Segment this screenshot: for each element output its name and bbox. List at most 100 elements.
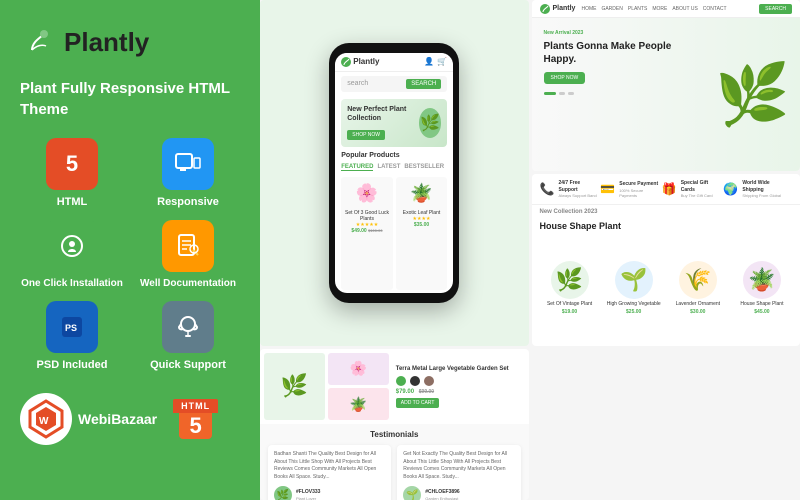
html5-label: HTML bbox=[173, 399, 218, 413]
slider-dot-1 bbox=[559, 92, 565, 95]
desktop-nav: Plantly HOME GARDEN PLANTS MORE ABOUT US… bbox=[532, 0, 800, 18]
oneclick-icon bbox=[58, 232, 86, 260]
feature-label-psd: PSD Included bbox=[37, 359, 108, 371]
desktop-hero: New Arrival 2023 Plants Gonna Make Peopl… bbox=[532, 18, 800, 171]
responsive-icon bbox=[174, 150, 202, 178]
webibazaar-text: WebiBazaar bbox=[78, 411, 157, 428]
nav-about[interactable]: ABOUT US bbox=[672, 6, 697, 12]
phone-header: Plantly 👤 🛒 bbox=[335, 53, 453, 72]
phone-search-button[interactable]: SEARCH bbox=[406, 79, 441, 89]
html5-number: 5 bbox=[66, 151, 78, 177]
responsive-icon-box bbox=[162, 138, 214, 190]
feature-item-oneclick: One Click Installation bbox=[20, 220, 124, 289]
feature-label-documentation: Well Documentation bbox=[140, 278, 236, 289]
plant-card-img-3: 🪴 bbox=[743, 261, 781, 299]
phone-cart-icon: 🛒 bbox=[437, 57, 447, 66]
headset-icon bbox=[174, 313, 202, 341]
avatar-img-1: 🌱 bbox=[403, 486, 421, 500]
desktop-hero-title: Plants Gonna Make People Happy. bbox=[544, 40, 704, 66]
shipping-mini-icon: 🌍 bbox=[723, 182, 738, 196]
html5-num: 5 bbox=[179, 413, 211, 439]
testimonial-role-0: Plant Lover bbox=[296, 496, 320, 500]
phone-banner-plant-img: 🌿 bbox=[419, 108, 442, 138]
testimonial-text-0: Badhan Shanti The Quality Best Design fo… bbox=[274, 451, 385, 481]
desktop-hero-shop-btn[interactable]: SHOP NOW bbox=[544, 72, 586, 84]
phone-shop-button[interactable]: SHOP NOW bbox=[347, 130, 385, 140]
svg-text:PS: PS bbox=[65, 323, 77, 333]
plant-grid-img-0: 🌿 bbox=[264, 353, 325, 421]
plant-detail-section: Terra Metal Large Vegetable Garden Set $… bbox=[392, 353, 525, 421]
logo-text: Plantly bbox=[64, 27, 149, 58]
feature-label-responsive: Responsive bbox=[157, 196, 219, 208]
plant-card-img-0: 🌿 bbox=[551, 261, 589, 299]
plant-card-1: 🌱 High Growing Vegetable $25.00 bbox=[604, 261, 664, 315]
shipping-mini-title: World Wide Shipping bbox=[742, 180, 792, 193]
psd-icon: PS bbox=[58, 313, 86, 341]
feature-label-support: Quick Support bbox=[150, 359, 226, 371]
desktop-hero-screenshot: Plantly HOME GARDEN PLANTS MORE ABOUT US… bbox=[532, 0, 800, 171]
feature-item-support: Quick Support bbox=[136, 301, 240, 371]
features-grid: 5 HTML Responsive bbox=[20, 138, 240, 371]
plant-card-price-2: $30.00 bbox=[690, 309, 705, 315]
payment-mini-icon: 💳 bbox=[600, 182, 615, 196]
plant-detail-swatches bbox=[396, 376, 521, 386]
phone-frame: Plantly 👤 🛒 search SEARCH New Perfect Pl… bbox=[329, 43, 459, 303]
plant-card-name-1: High Growing Vegetable bbox=[607, 301, 661, 307]
payment-mini-title: Secure Payment bbox=[619, 181, 662, 188]
phone-product-item-0: 🌸 Set Of 3 Good Luck Plants ★★★★★ $49.00… bbox=[341, 177, 393, 290]
plant-card-0: 🌿 Set Of Vintage Plant $19.00 bbox=[540, 261, 600, 315]
phone-search-bar[interactable]: search SEARCH bbox=[341, 76, 447, 92]
testimonial-avatar-0: 🌿 #FLOV333 Plant Lover bbox=[274, 486, 385, 500]
feature-label-html5: HTML bbox=[57, 196, 88, 208]
webibazaar-icon: W bbox=[20, 393, 72, 445]
phone-tab-latest[interactable]: LATEST bbox=[377, 164, 400, 171]
phone-search-placeholder: search bbox=[347, 80, 368, 87]
nav-contact[interactable]: CONTACT bbox=[703, 6, 727, 12]
payment-mini-sub: 100% Secure Payments bbox=[619, 188, 662, 198]
desktop-nav-search-btn[interactable]: SEARCH bbox=[759, 4, 792, 14]
desktop-hero-text: New Arrival 2023 Plants Gonna Make Peopl… bbox=[532, 18, 716, 171]
nav-home[interactable]: HOME bbox=[581, 6, 596, 12]
plant-card-price-3: $45.00 bbox=[754, 309, 769, 315]
feature-mini-payment: 💳 Secure Payment 100% Secure Payments bbox=[600, 180, 661, 198]
phone-header-icons: 👤 🛒 bbox=[424, 57, 447, 66]
plant-card-name-0: Set Of Vintage Plant bbox=[547, 301, 592, 307]
phone-tab-featured[interactable]: FEATURED bbox=[341, 164, 373, 171]
plant-card-price-0: $19.00 bbox=[562, 309, 577, 315]
plant-grid-img-1: 🌸 bbox=[328, 353, 389, 385]
support-icon-box bbox=[162, 301, 214, 353]
desktop-new-arrival: New Arrival 2023 bbox=[544, 30, 704, 36]
support-mini-sub: Always Support Band bbox=[558, 193, 600, 198]
new-collection-label: New Collection 2023 bbox=[532, 205, 800, 217]
add-to-cart-btn[interactable]: ADD TO CART bbox=[396, 398, 440, 408]
plant-detail-title: Terra Metal Large Vegetable Garden Set bbox=[396, 365, 521, 373]
phone-banner: New Perfect Plant Collection SHOP NOW 🌿 bbox=[341, 99, 447, 147]
desktop-bottom-left: 📞 24/7 Free Support Always Support Band … bbox=[532, 174, 800, 345]
nav-garden[interactable]: GARDEN bbox=[601, 6, 622, 12]
phone-tab-bestseller[interactable]: BESTSELLER bbox=[404, 164, 444, 171]
testimonials-section: Testimonials Badhan Shanti The Quality B… bbox=[260, 424, 529, 500]
desktop-nav-logo-text: Plantly bbox=[553, 5, 576, 12]
webibazaar-logo: W WebiBazaar bbox=[20, 393, 157, 445]
phone-popular-title: Popular Products bbox=[335, 150, 453, 161]
nav-plants[interactable]: PLANTS bbox=[628, 6, 647, 12]
phone-logo: Plantly bbox=[341, 57, 379, 67]
testimonial-author-1: #CHLOEF3896 bbox=[425, 489, 459, 497]
html5-icon-box: 5 bbox=[46, 138, 98, 190]
swatch-green bbox=[396, 376, 406, 386]
documentation-icon bbox=[174, 232, 202, 260]
nav-more[interactable]: MORE bbox=[652, 6, 667, 12]
testimonials-title: Testimonials bbox=[268, 430, 521, 439]
desktop-nav-logo-area: Plantly bbox=[540, 4, 576, 14]
feature-mini-support: 📞 24/7 Free Support Always Support Band bbox=[540, 180, 601, 198]
testimonial-card-1: Get Not Exactly The Quality Best Design … bbox=[397, 445, 520, 500]
plant-grid-col: 🌸 🪴 bbox=[328, 353, 389, 421]
plant-card-img-1: 🌱 bbox=[615, 261, 653, 299]
phone-banner-title: New Perfect Plant Collection bbox=[347, 105, 418, 123]
plant-logo-icon bbox=[20, 24, 56, 60]
slider-dots bbox=[544, 92, 704, 95]
swatch-brown bbox=[424, 376, 434, 386]
plant-cards-row: 🌿 Set Of Vintage Plant $19.00 🌱 High Gro… bbox=[532, 231, 800, 345]
plant-card-3: 🪴 House Shape Plant $45.00 bbox=[732, 261, 792, 315]
slider-dot-2 bbox=[568, 92, 574, 95]
